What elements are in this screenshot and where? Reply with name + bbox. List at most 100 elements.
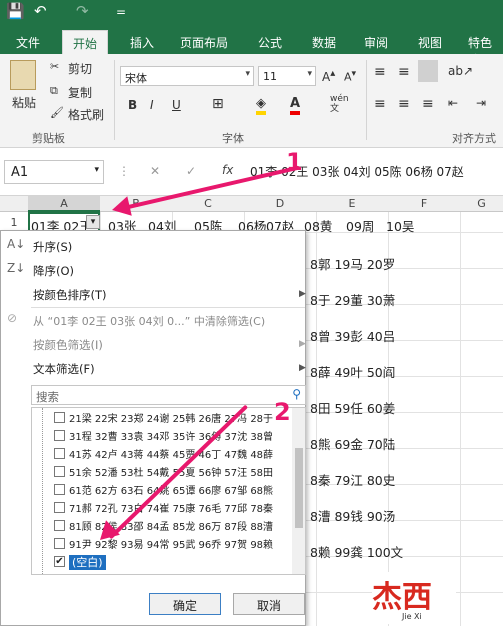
format-painter-button[interactable]: 格式刷 — [68, 106, 104, 123]
menu-clear-filter[interactable]: 从 “01李 02王 03张 04刘 0...” 中清除筛选(C) — [33, 313, 265, 329]
tab-page-layout[interactable]: 页面布局 — [180, 34, 228, 51]
font-size-select[interactable]: 11 ▾ — [258, 66, 316, 86]
menu-sort-ascending[interactable]: 升序(S) — [33, 239, 72, 255]
blank-checkbox[interactable]: ✔ — [54, 556, 65, 567]
column-header-d[interactable]: D — [244, 197, 316, 210]
italic-button[interactable]: I — [150, 98, 154, 112]
list-item[interactable]: 41苏 42卢 43蒋 44蔡 45贾 46丁 47魏 48薛 — [54, 446, 273, 462]
column-header-c[interactable]: C — [172, 197, 244, 210]
list-item[interactable]: 91尹 92黎 93易 94常 95武 96乔 97贺 98赖 — [54, 536, 273, 552]
blank-option[interactable]: ✔ (空白) — [54, 554, 106, 570]
cell-text[interactable]: 8郭 19马 20罗 — [310, 254, 395, 273]
cell-text[interactable]: 8于 29董 30萧 — [310, 290, 395, 309]
qat-more-icon[interactable]: = — [116, 5, 126, 19]
sort-desc-icon: Z↓ — [7, 261, 26, 275]
font-name-select[interactable]: 宋体 ▾ — [120, 66, 254, 86]
bold-button[interactable]: B — [128, 98, 137, 112]
ribbon: 粘贴 ✂ 剪切 ⧉ 复制 🖌 格式刷 剪贴板 宋体 ▾ 11 ▾ A▴ A▾ B I… — [0, 54, 503, 148]
column-header-e[interactable]: E — [316, 197, 388, 210]
increase-indent-icon[interactable]: ⇥ — [476, 96, 486, 110]
decrease-indent-icon[interactable]: ⇤ — [448, 96, 458, 110]
clipboard-group-label: 剪贴板 — [32, 132, 65, 145]
cell-text[interactable]: 8赖 99龚 100文 — [310, 542, 403, 561]
column-header-g[interactable]: G — [460, 197, 503, 210]
column-header-f[interactable]: F — [388, 197, 460, 210]
tab-file[interactable]: 文件 — [16, 34, 40, 51]
divider — [366, 60, 367, 140]
tab-view[interactable]: 视图 — [418, 34, 442, 51]
shrink-font-icon[interactable]: A▾ — [344, 68, 356, 84]
formula-bar-dots: ⋮ — [118, 164, 130, 178]
clear-filter-icon: ⊘ — [7, 311, 18, 325]
align-center-icon[interactable]: ≡ — [398, 96, 410, 112]
cut-icon[interactable]: ✂ — [50, 60, 59, 73]
tab-data[interactable]: 数据 — [312, 34, 336, 51]
cell-text[interactable]: 8薛 49叶 50阎 — [310, 362, 395, 381]
phonetic-icon[interactable]: wén 文 — [330, 94, 349, 114]
annotation-number-1: 1 — [286, 148, 303, 176]
list-item[interactable]: 51余 52潘 53杜 54戴 55夏 56钟 57汪 58田 — [54, 464, 273, 480]
align-bottom-icon[interactable] — [418, 60, 438, 82]
align-top-icon[interactable]: ≡ — [374, 64, 386, 80]
save-icon[interactable]: 💾 — [6, 2, 25, 20]
tab-home[interactable]: 开始 — [62, 30, 109, 54]
annotation-number-2: 2 — [274, 398, 291, 426]
enter-entry-icon[interactable]: ✓ — [186, 164, 196, 178]
cell-text[interactable]: 8田 59任 60姜 — [310, 398, 395, 417]
autofilter-dropdown: A↓ 升序(S) Z↓ 降序(O) 按颜色排序(T) ▶ ⊘ 从 “01李 02… — [0, 230, 306, 626]
ok-button[interactable]: 确定 — [149, 593, 221, 615]
cell-text[interactable]: 8漕 89钱 90汤 — [310, 506, 395, 525]
list-item[interactable]: 81顾 82侯 83邵 84孟 85龙 86万 87段 88漕 — [54, 518, 273, 534]
font-color-icon[interactable]: A — [290, 96, 301, 115]
insert-function-icon[interactable]: fx — [222, 163, 233, 177]
column-headers: A B C D E F G — [0, 196, 503, 212]
cell-text[interactable]: 8熊 69金 70陆 — [310, 434, 395, 453]
column-header-a[interactable]: A — [28, 197, 100, 210]
cell-text[interactable]: 8秦 79江 80史 — [310, 470, 395, 489]
watermark-logo: 杰西 Jie Xi — [372, 572, 456, 624]
cell-text[interactable]: 08黄 — [304, 216, 332, 235]
chevron-right-icon: ▶ — [299, 289, 306, 299]
border-icon[interactable]: ⊞ — [212, 96, 224, 112]
grow-font-icon[interactable]: A▴ — [322, 68, 335, 84]
copy-icon[interactable]: ⧉ — [50, 84, 58, 98]
filter-dropdown-button[interactable]: ▾ — [86, 215, 100, 229]
cell-text[interactable]: 8曾 39彭 40吕 — [310, 326, 395, 345]
list-scrollbar[interactable] — [292, 408, 305, 574]
format-painter-icon[interactable]: 🖌 — [50, 106, 64, 119]
menu-filter-by-color[interactable]: 按颜色筛选(I) — [33, 337, 103, 353]
cut-button[interactable]: 剪切 — [68, 60, 92, 77]
menu-sort-descending[interactable]: 降序(O) — [33, 263, 74, 279]
underline-button[interactable]: U — [172, 98, 181, 112]
align-right-icon[interactable]: ≡ — [422, 96, 434, 112]
row-header-1[interactable]: 1 — [0, 216, 28, 229]
menu-text-filters[interactable]: 文本筛选(F) — [33, 361, 95, 377]
orientation-icon[interactable]: ab↗ — [448, 64, 473, 78]
chevron-right-icon: ▶ — [299, 339, 306, 349]
copy-button[interactable]: 复制 — [68, 84, 92, 101]
cancel-button[interactable]: 取消 — [233, 593, 305, 615]
sort-asc-icon: A↓ — [7, 237, 26, 251]
cancel-entry-icon[interactable]: ✕ — [150, 164, 160, 178]
undo-icon[interactable]: ↶ — [34, 2, 47, 20]
font-group-label: 字体 — [222, 132, 244, 145]
align-left-icon[interactable]: ≡ — [374, 96, 386, 112]
tab-insert[interactable]: 插入 — [130, 34, 154, 51]
list-item[interactable]: 31程 32曹 33袁 34邓 35许 36傅 37沈 38曾 — [54, 428, 273, 444]
name-box[interactable]: A1 ▾ — [4, 160, 104, 184]
filter-values-list[interactable]: 21梁 22宋 23郑 24谢 25韩 26唐 27冯 28于 31程 32曹 … — [31, 407, 306, 575]
divider — [114, 60, 115, 140]
alignment-group-label: 对齐方式 — [452, 132, 496, 145]
menu-sort-by-color[interactable]: 按颜色排序(T) — [33, 287, 107, 303]
list-item[interactable]: 71郝 72孔 73白 74崔 75康 76毛 77邱 78秦 — [54, 500, 273, 516]
align-middle-icon[interactable]: ≡ — [398, 64, 410, 80]
filter-search-input[interactable]: 搜索 ⚲ — [31, 385, 306, 405]
cell-text[interactable]: 10吴 — [386, 216, 414, 235]
paste-icon[interactable] — [10, 60, 36, 90]
tab-review[interactable]: 审阅 — [364, 34, 388, 51]
fill-color-icon[interactable]: ◈ — [256, 96, 266, 115]
tab-formulas[interactable]: 公式 — [258, 34, 282, 51]
paste-button[interactable]: 粘贴 — [12, 94, 36, 111]
cell-text[interactable]: 09周 — [346, 216, 374, 235]
redo-icon[interactable]: ↷ — [76, 2, 89, 20]
